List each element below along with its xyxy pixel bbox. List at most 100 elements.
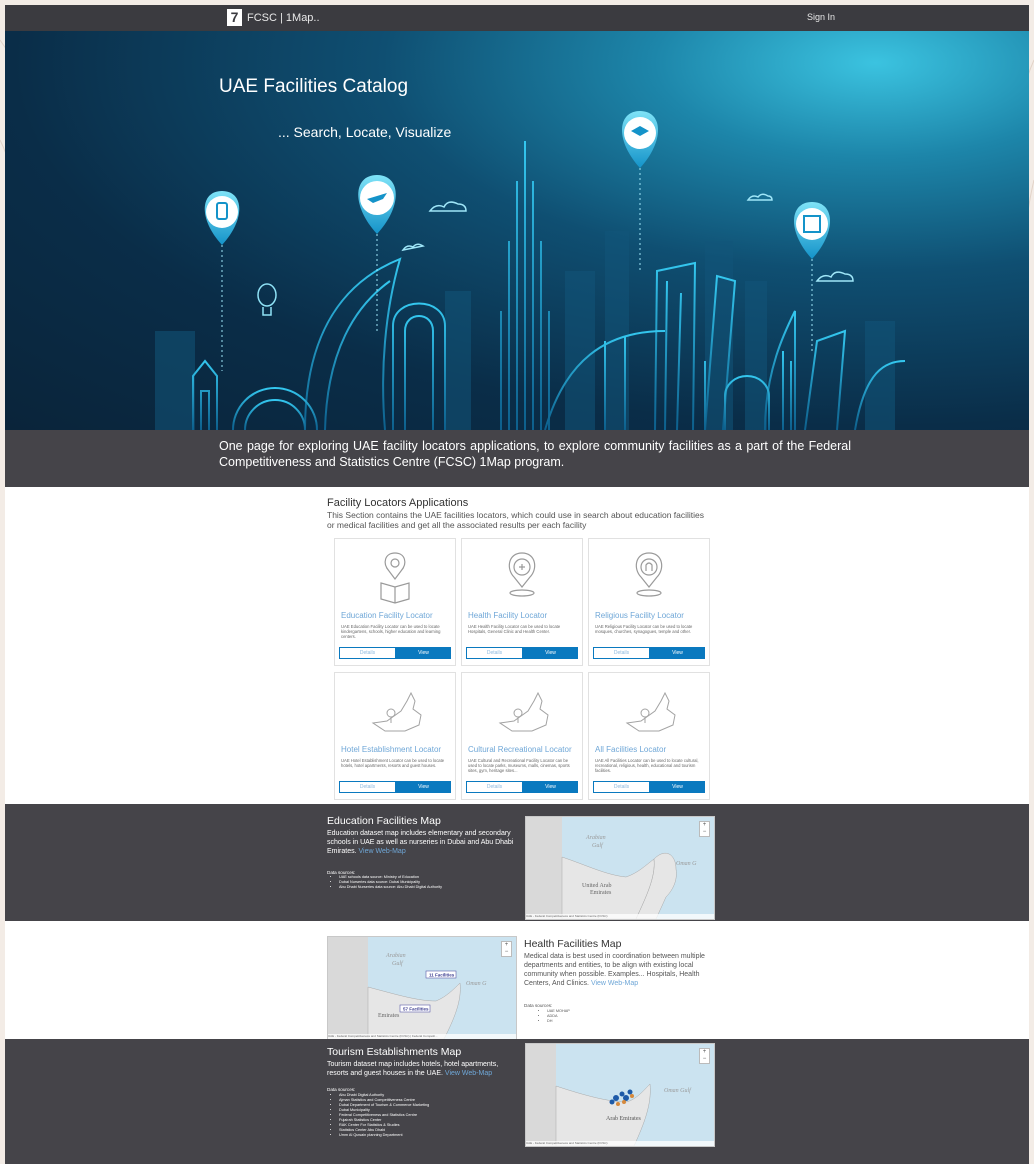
card-education-locator: Education Facility Locator UAE Education… <box>334 538 456 666</box>
details-button[interactable]: Details <box>593 781 650 793</box>
card-description: UAE Education Facility Locator can be us… <box>341 624 441 639</box>
details-button[interactable]: Details <box>339 781 396 793</box>
education-map-title: Education Facilities Map <box>327 815 441 827</box>
education-web-map[interactable]: Arabian Gulf Oman G United Arab Emirates… <box>525 816 715 920</box>
zoom-out-button[interactable]: − <box>502 949 511 956</box>
svg-text:Oman G: Oman G <box>466 981 487 987</box>
health-web-map[interactable]: Arabian Gulf Oman G Emirates 11 Faciliti… <box>327 936 517 1040</box>
section-description: This Section contains the UAE facilities… <box>327 510 705 530</box>
card-title[interactable]: Religious Facility Locator <box>595 611 684 620</box>
svg-text:Arabian: Arabian <box>385 953 406 959</box>
hero-subtitle: ... Search, Locate, Visualize <box>278 124 452 140</box>
tourism-map-section: Tourism Establishments Map Tourism datas… <box>5 1039 1029 1164</box>
view-web-map-link[interactable]: View Web-Map <box>359 848 406 855</box>
uae-map-pin-icon <box>371 691 422 732</box>
page-frame: 7 FCSC | 1Map.. Sign In UAE Facilities C… <box>5 5 1029 1164</box>
list-item: Abu Dhabi Nurseries data source: Abu Dha… <box>339 885 442 890</box>
data-sources-list: UAE MOHAP ADDA DH <box>535 1009 570 1024</box>
zoom-controls[interactable]: + − <box>699 1048 710 1064</box>
card-title[interactable]: Health Facility Locator <box>468 611 547 620</box>
brand-text: FCSC | 1Map.. <box>247 11 320 24</box>
view-web-map-link[interactable]: View Web-Map <box>591 980 638 987</box>
card-description: UAE All Facilities Locator can be used t… <box>595 758 699 773</box>
hero-title: UAE Facilities Catalog <box>219 76 409 97</box>
sign-in-link[interactable]: Sign In <box>807 12 835 22</box>
zoom-controls[interactable]: + − <box>501 941 512 957</box>
intro-text: One page for exploring UAE facility loca… <box>219 439 851 469</box>
map-basemap: Arabian Gulf Oman G Emirates 11 Faciliti… <box>328 937 516 1039</box>
zoom-out-button[interactable]: − <box>700 1056 709 1063</box>
view-button[interactable]: View <box>396 781 451 793</box>
card-religious-locator: Religious Facility Locator UAE Religious… <box>588 538 710 666</box>
city-skyline-illustration <box>155 111 906 430</box>
list-item: Umm Al Quwain planning Department <box>339 1133 429 1138</box>
facility-locators-section: Facility Locators Applications This Sect… <box>5 487 1029 804</box>
fcsc-logo-icon: 7 <box>227 9 242 26</box>
list-item: DH <box>547 1019 570 1024</box>
uae-map-pin-icon <box>498 691 549 732</box>
svg-text:Emirates: Emirates <box>590 890 612 896</box>
svg-text:United Arab: United Arab <box>582 883 612 889</box>
top-navbar: 7 FCSC | 1Map.. Sign In <box>5 5 1029 31</box>
card-description: UAE Hotel Establishment Locator can be u… <box>341 758 445 768</box>
health-map-description: Medical data is best used in coordinatio… <box>524 953 705 987</box>
map-pin-religious-icon <box>635 552 663 597</box>
card-title[interactable]: Education Facility Locator <box>341 611 433 620</box>
card-cultural-locator: Cultural Recreational Locator UAE Cultur… <box>461 672 583 800</box>
svg-text:Oman G: Oman G <box>676 861 697 867</box>
brand-link[interactable]: 7 FCSC | 1Map.. <box>227 9 320 26</box>
svg-text:11 Facilities: 11 Facilities <box>429 973 455 978</box>
card-hotel-locator: Hotel Establishment Locator UAE Hotel Es… <box>334 672 456 800</box>
details-button[interactable]: Details <box>466 781 523 793</box>
map-attribution: UAE - Federal Competitiveness and Statis… <box>526 914 714 919</box>
zoom-out-button[interactable]: − <box>700 829 709 836</box>
details-button[interactable]: Details <box>466 647 523 659</box>
data-sources-title: Data sources: <box>327 1087 356 1092</box>
svg-text:Gulf: Gulf <box>392 960 404 967</box>
zoom-in-button[interactable]: + <box>502 942 511 949</box>
education-map-description: Education dataset map includes elementar… <box>327 830 514 855</box>
zoom-in-button[interactable]: + <box>700 822 709 829</box>
zoom-in-button[interactable]: + <box>700 1049 709 1056</box>
view-button[interactable]: View <box>523 647 578 659</box>
map-pin-book-icon <box>380 552 410 604</box>
svg-text:Arabian: Arabian <box>585 835 606 841</box>
tourism-map-title: Tourism Establishments Map <box>327 1046 462 1058</box>
card-health-locator: Health Facility Locator UAE Health Facil… <box>461 538 583 666</box>
data-sources-title: Data sources: <box>524 1003 553 1008</box>
section-title: Facility Locators Applications <box>327 497 469 509</box>
zoom-controls[interactable]: + − <box>699 821 710 837</box>
health-map-section: Arabian Gulf Oman G Emirates 11 Faciliti… <box>5 921 1029 1040</box>
card-description: UAE Religious Facility Locator can be us… <box>595 624 693 634</box>
uae-map-pin-icon <box>625 691 676 732</box>
data-sources-list: UAE schools data source: Ministry of Edu… <box>327 875 442 890</box>
view-button[interactable]: View <box>523 781 578 793</box>
card-title[interactable]: Hotel Establishment Locator <box>341 745 441 754</box>
health-map-title: Health Facilities Map <box>524 938 622 950</box>
card-description: UAE Cultural and Recreational Facility L… <box>468 758 570 773</box>
card-all-facilities-locator: All Facilities Locator UAE All Facilitie… <box>588 672 710 800</box>
map-pin-medical-icon <box>508 552 536 597</box>
card-description: UAE Health Facility Locator can be used … <box>468 624 561 634</box>
view-button[interactable]: View <box>650 647 705 659</box>
data-sources-list: Abu Dhabi Digital Authority Ajman Statis… <box>327 1093 429 1138</box>
map-basemap: Arabian Gulf Oman G United Arab Emirates <box>526 817 714 919</box>
svg-text:Arab Emirates: Arab Emirates <box>606 1116 641 1122</box>
view-button[interactable]: View <box>650 781 705 793</box>
details-button[interactable]: Details <box>593 647 650 659</box>
tourism-web-map[interactable]: Oman Gulf Arab Emirates + − UAE - Federal… <box>525 1043 715 1147</box>
education-map-section: Education Facilities Map Education datas… <box>5 804 1029 921</box>
view-web-map-link[interactable]: View Web-Map <box>445 1070 492 1077</box>
intro-band: One page for exploring UAE facility loca… <box>5 430 1029 487</box>
svg-text:Gulf: Gulf <box>592 842 604 849</box>
card-title[interactable]: All Facilities Locator <box>595 745 666 754</box>
svg-text:Oman Gulf: Oman Gulf <box>664 1087 692 1094</box>
details-button[interactable]: Details <box>339 647 396 659</box>
hero-banner: UAE Facilities Catalog ... Search, Locat… <box>5 31 1029 430</box>
svg-text:57 Facilities: 57 Facilities <box>403 1007 429 1012</box>
map-basemap: Oman Gulf Arab Emirates <box>526 1044 714 1146</box>
card-title[interactable]: Cultural Recreational Locator <box>468 745 572 754</box>
map-attribution: UAE - Federal Competitiveness and Statis… <box>526 1141 714 1146</box>
svg-text:Emirates: Emirates <box>378 1013 400 1019</box>
view-button[interactable]: View <box>396 647 451 659</box>
